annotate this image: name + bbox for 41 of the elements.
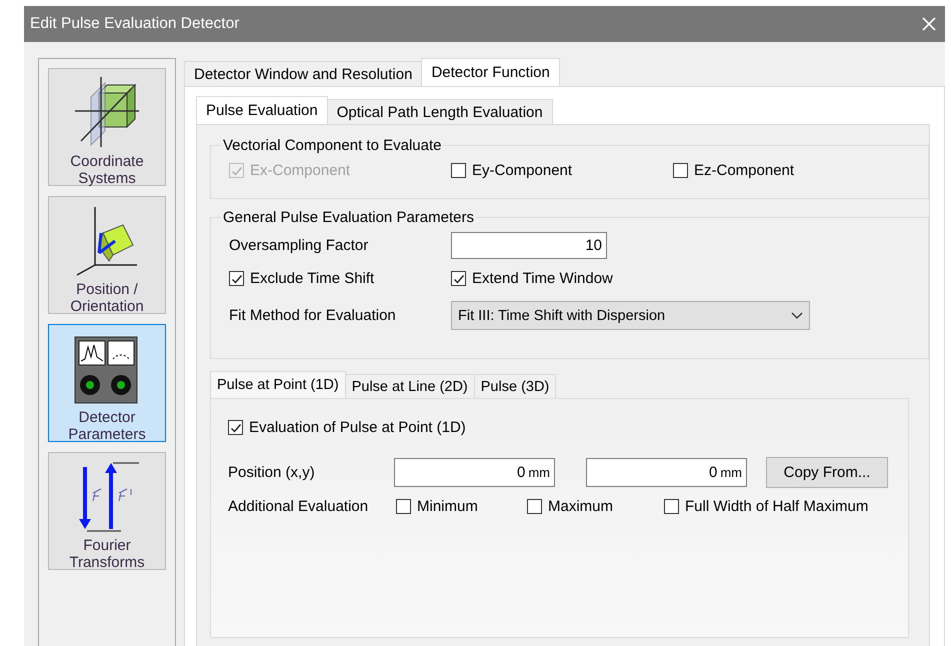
tab[interactable]: Pulse at Point (1D): [210, 371, 346, 398]
tab[interactable]: Detector Window and Resolution: [184, 61, 422, 86]
sidebar-item[interactable]: Position / Orientation: [48, 196, 166, 314]
checkbox-label: Extend Time Window: [472, 270, 613, 287]
checkbox[interactable]: [664, 499, 679, 514]
tab[interactable]: Pulse Evaluation: [196, 96, 328, 124]
field-label: Fit Method for Evaluation: [229, 307, 397, 324]
sidebar-item[interactable]: Coordinate Systems: [48, 68, 166, 186]
checkbox-label: Minimum: [417, 498, 478, 515]
close-icon[interactable]: [921, 16, 937, 32]
checkbox-label: Ez-Component: [694, 162, 794, 179]
group-title: General Pulse Evaluation Parameters: [222, 209, 475, 226]
checkbox[interactable]: [229, 271, 244, 286]
checkbox[interactable]: [451, 163, 466, 178]
checkbox-label: Maximum: [548, 498, 614, 515]
checkbox[interactable]: [673, 163, 688, 178]
input-field[interactable]: 10: [451, 232, 607, 258]
group-title: Vectorial Component to Evaluate: [222, 137, 442, 154]
checkbox-label: Ey-Component: [472, 162, 572, 179]
sidebar-item[interactable]: Detector Parameters: [48, 324, 166, 442]
input-field[interactable]: 0 mm: [586, 458, 747, 487]
copy-from-button[interactable]: Copy From...: [766, 457, 888, 488]
checkbox-label: Evaluation of Pulse at Point (1D): [249, 419, 466, 436]
tab[interactable]: Pulse (3D): [474, 374, 556, 398]
tab[interactable]: Detector Function: [421, 58, 560, 86]
checkbox[interactable]: [396, 499, 411, 514]
tab[interactable]: Optical Path Length Evaluation: [326, 99, 553, 124]
checkbox-label: Full Width of Half Maximum: [685, 498, 868, 515]
checkbox-label: Exclude Time Shift: [250, 270, 374, 287]
field-label: Position (x,y): [228, 464, 316, 481]
field-label: Additional Evaluation: [228, 498, 370, 515]
checkbox[interactable]: [527, 499, 542, 514]
checkbox-label: Ex-Component: [250, 162, 350, 179]
sidebar-item[interactable]: Fourier Transforms: [48, 452, 166, 570]
checkbox[interactable]: [228, 420, 243, 435]
dropdown[interactable]: Fit III: Time Shift with Dispersion: [451, 301, 810, 330]
input-field[interactable]: 0 mm: [394, 458, 555, 487]
field-label: Oversampling Factor: [229, 236, 370, 254]
window-title: Edit Pulse Evaluation Detector: [30, 15, 240, 33]
caret-icon[interactable]: [791, 312, 803, 320]
checkbox[interactable]: [451, 271, 466, 286]
